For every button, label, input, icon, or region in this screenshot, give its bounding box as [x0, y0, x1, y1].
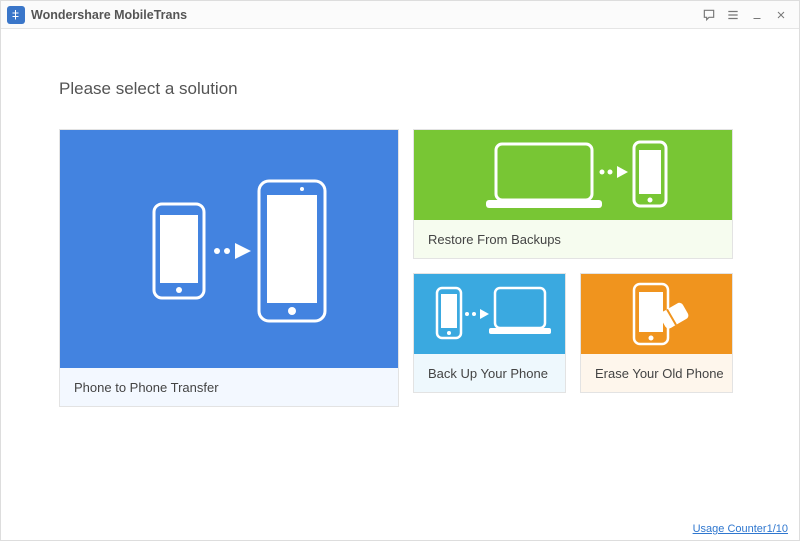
tile-backup[interactable]: Back Up Your Phone [413, 273, 566, 393]
tile-erase[interactable]: Erase Your Old Phone [580, 273, 733, 393]
app-title: Wondershare MobileTrans [31, 8, 187, 22]
app-logo-icon [7, 6, 25, 24]
tile-backup-label: Back Up Your Phone [414, 354, 565, 392]
right-column: Restore From Backups [413, 129, 733, 393]
tile-restore[interactable]: Restore From Backups [413, 129, 733, 259]
main-content: Please select a solution [1, 29, 799, 417]
right-bottom-row: Back Up Your Phone [413, 273, 733, 393]
tile-restore-label: Restore From Backups [414, 220, 732, 258]
restore-icon [414, 130, 732, 220]
tile-phone-to-phone[interactable]: Phone to Phone Transfer [59, 129, 399, 407]
menu-icon[interactable] [721, 3, 745, 27]
feedback-icon[interactable] [697, 3, 721, 27]
erase-icon [581, 274, 732, 354]
minimize-icon[interactable] [745, 3, 769, 27]
backup-icon [414, 274, 565, 354]
tile-phone-to-phone-label: Phone to Phone Transfer [60, 368, 398, 406]
titlebar: Wondershare MobileTrans [1, 1, 799, 29]
tile-grid: Phone to Phone Transfer [59, 129, 741, 407]
phone-to-phone-icon [60, 130, 398, 368]
usage-counter-link[interactable]: Usage Counter1/10 [693, 523, 788, 535]
tile-erase-label: Erase Your Old Phone [581, 354, 732, 392]
page-heading: Please select a solution [59, 79, 741, 99]
close-icon[interactable] [769, 3, 793, 27]
